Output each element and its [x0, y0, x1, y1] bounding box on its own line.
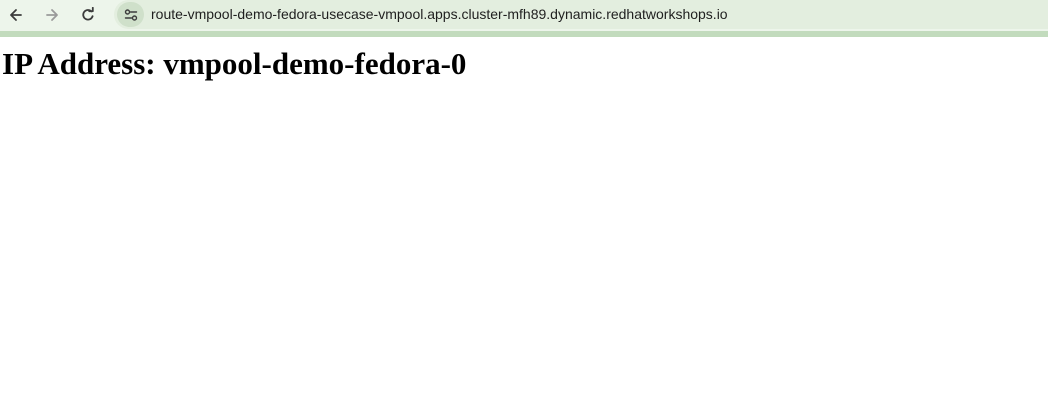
reload-button[interactable]: [75, 3, 101, 27]
page-heading: IP Address: vmpool-demo-fedora-0: [2, 46, 467, 81]
arrow-right-icon: [46, 9, 58, 21]
tune-icon: [124, 8, 137, 21]
reload-icon: [82, 7, 94, 21]
url-text[interactable]: route-vmpool-demo-fedora-usecase-vmpool.…: [151, 6, 728, 23]
site-info-button[interactable]: [117, 2, 144, 27]
arrow-left-icon: [10, 9, 22, 21]
browser-toolbar: route-vmpool-demo-fedora-usecase-vmpool.…: [0, 0, 1048, 31]
page-content: IP Address: vmpool-demo-fedora-0: [0, 37, 1048, 403]
forward-button[interactable]: [39, 3, 65, 27]
back-button[interactable]: [3, 3, 29, 27]
